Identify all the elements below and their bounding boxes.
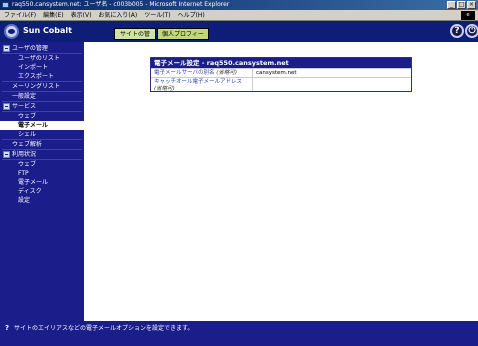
optional-note: (省略可) (154, 86, 175, 92)
main-content: 電子メール設定 - raq550.cansystem.net 電子メールサーバの… (84, 42, 478, 321)
close-button[interactable]: × (467, 1, 476, 9)
sidebar-section-services[interactable]: サービス (0, 102, 84, 111)
help-icon[interactable]: ? (450, 24, 464, 38)
sidebar-item-mailing-lists[interactable]: メーリングリスト (0, 82, 84, 91)
sidebar-section-user-management[interactable]: ユーザの管理 (0, 44, 84, 53)
sidebar-item-user-list[interactable]: ユーザのリスト (0, 54, 84, 63)
sidebar-nav: ユーザの管理 ユーザのリスト インポート エクスポート メーリングリスト 一般設… (0, 42, 84, 321)
menu-view[interactable]: 表示(V) (71, 10, 92, 20)
logout-power-icon[interactable]: ⏻ (465, 24, 478, 38)
menu-favorites[interactable]: お気に入り(A) (98, 10, 137, 20)
sidebar-item-shell[interactable]: シェル (0, 130, 84, 139)
ie-throbber-icon: e (461, 11, 475, 20)
menu-edit[interactable]: 編集(E) (43, 10, 63, 20)
sidebar-item-export[interactable]: エクスポート (0, 72, 84, 81)
sidebar-item-label: 電子メール (18, 122, 49, 129)
sidebar-item-general-settings[interactable]: 一般設定 (0, 92, 84, 101)
sidebar-item-label: ウェブ (18, 113, 37, 120)
tab-site-management[interactable]: サイトの管理 (114, 28, 156, 50)
collapse-icon[interactable] (3, 151, 10, 158)
sidebar-item-label: ディスク (18, 188, 42, 195)
maximize-button[interactable]: □ (457, 1, 466, 9)
ie-page-icon (2, 2, 9, 8)
email-settings-panel: 電子メール設定 - raq550.cansystem.net 電子メールサーバの… (150, 57, 412, 92)
sidebar-item-label: 一般設定 (12, 93, 37, 100)
sidebar-item-web[interactable]: ウェブ (0, 112, 84, 121)
settings-row: キャッチオール電子メールアドレス (省略可) (151, 77, 411, 92)
field-label: 電子メールサーバの別名 (154, 70, 215, 76)
collapse-icon[interactable] (3, 45, 10, 52)
field-label: キャッチオール電子メールアドレス (154, 79, 243, 85)
menu-help[interactable]: ヘルプ(H) (178, 10, 205, 20)
brand-name: Sun Cobalt (23, 26, 72, 35)
sidebar-item-label: ウェブ (18, 161, 37, 168)
sidebar-item-label: 電子メール (18, 179, 49, 186)
menu-tools[interactable]: ツール(T) (144, 10, 170, 20)
sidebar-item-label: FTP (18, 170, 29, 177)
sidebar-item-label: 利用状況 (12, 151, 37, 158)
catch-all-address-value (253, 78, 411, 91)
sidebar-item-label: ユーザのリスト (18, 55, 60, 62)
help-question-icon: ? (4, 324, 10, 332)
sidebar-item-label: ユーザの管理 (12, 45, 48, 52)
optional-note: (省略可) (216, 70, 237, 76)
mail-server-alias-value: cansystem.net (256, 70, 297, 76)
window-title: raq550.cansystem.net: ユーザ名 - c003b005 - … (12, 1, 230, 8)
sidebar-item-usage-ftp[interactable]: FTP (0, 169, 84, 178)
sidebar-item-web-analysis[interactable]: ウェブ解析 (0, 140, 84, 149)
sidebar-item-usage-web[interactable]: ウェブ (0, 160, 84, 169)
tab-personal-profile[interactable]: 個人プロフィール (157, 28, 209, 50)
sidebar-item-email[interactable]: 電子メール (0, 121, 84, 130)
collapse-icon[interactable] (3, 103, 10, 110)
sidebar-item-label: メーリングリスト (12, 83, 61, 90)
settings-row: 電子メールサーバの別名 (省略可) cansystem.net (151, 68, 411, 77)
sidebar-section-usage[interactable]: 利用状況 (0, 150, 84, 159)
sidebar-item-usage-email[interactable]: 電子メール (0, 178, 84, 187)
minimize-button[interactable]: _ (447, 1, 456, 9)
sidebar-item-import[interactable]: インポート (0, 63, 84, 72)
sidebar-item-label: インポート (18, 64, 49, 71)
menu-file[interactable]: ファイル(F) (4, 10, 36, 20)
sidebar-item-label: 設定 (18, 197, 31, 204)
sidebar-item-label: エクスポート (18, 73, 54, 80)
panel-title: 電子メール設定 - raq550.cansystem.net (151, 58, 411, 68)
row-label: 電子メールサーバの別名 (省略可) (151, 69, 253, 77)
app-header: Sun Cobalt サイトの管理 個人プロフィール ? ⏻ (0, 21, 478, 50)
sidebar-item-usage-settings[interactable]: 設定 (0, 196, 84, 205)
sidebar-item-label: ウェブ解析 (12, 141, 43, 148)
sidebar-item-label: サービス (12, 103, 37, 110)
status-text: サイトのエイリアスなどの電子メールオプションを設定できます。 (14, 325, 194, 332)
row-label: キャッチオール電子メールアドレス (省略可) (151, 78, 253, 92)
window-title-bar: raq550.cansystem.net: ユーザ名 - c003b005 - … (0, 0, 478, 10)
status-bar: ? サイトのエイリアスなどの電子メールオプションを設定できます。 (0, 321, 478, 346)
sidebar-item-label: シェル (18, 131, 37, 138)
cobalt-logo-icon (4, 24, 19, 39)
menu-bar: ファイル(F) 編集(E) 表示(V) お気に入り(A) ツール(T) ヘルプ(… (0, 10, 478, 21)
sidebar-item-usage-disk[interactable]: ディスク (0, 187, 84, 196)
